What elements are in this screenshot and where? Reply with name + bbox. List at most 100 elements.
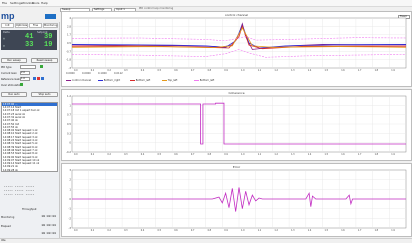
legend-entry[interactable]: Bottom_right bbox=[98, 79, 120, 82]
x-tick-label: 1.6 bbox=[341, 69, 345, 72]
log-line[interactable]: 14:09:28 ok bbox=[3, 169, 18, 171]
x-tick-label: 1.0 bbox=[241, 153, 245, 156]
status-row2-right: 19 bbox=[44, 41, 53, 49]
monitoring-counter-value: 00:00:00 bbox=[41, 215, 56, 218]
menu-tools[interactable]: Tools bbox=[32, 1, 39, 5]
y-tick-label: -0.7 bbox=[66, 49, 71, 53]
x-tick-label: 1.2 bbox=[274, 229, 278, 232]
x-tick-label: 1.8 bbox=[375, 153, 379, 156]
over-stim-indicator bbox=[20, 83, 23, 86]
current-gain-field[interactable]: 2.0 bbox=[20, 71, 30, 75]
x-tick-label: 1.6 bbox=[341, 153, 345, 156]
x-tick-label: 1.4 bbox=[308, 153, 312, 156]
y-tick-label: -1 bbox=[69, 207, 72, 211]
status-left-label: Delta bbox=[3, 31, 10, 34]
error-chart[interactable]: Error -3 -2 -1 0 1 2 3 0.0 0.1 0.2 0.3 0.4 0.5 0.6 0.7… bbox=[61, 163, 412, 237]
y-tick-label: 2 bbox=[69, 178, 71, 182]
tab-optimize[interactable]: Optimize bbox=[15, 23, 28, 28]
app-logo: mp bbox=[1, 11, 57, 21]
log-list[interactable]: 13:07:00 ... 14:07:14 Start 14:07:18 Init… bbox=[1, 102, 58, 172]
legend-entry[interactable]: Top_left bbox=[162, 79, 177, 82]
x-tick-label: 1.5 bbox=[325, 69, 329, 72]
timer-value: 00:00:00 bbox=[41, 232, 56, 235]
x-tick-label: 0.7 bbox=[191, 229, 195, 232]
masked-row-2: ***** ***** ***** bbox=[4, 190, 35, 193]
x-tick-label: 0.2 bbox=[107, 229, 111, 232]
x-tick-label: 0.9 bbox=[224, 229, 228, 232]
elapsed-label: Elapsed bbox=[1, 225, 11, 228]
x-tick-label: 0.0 bbox=[74, 229, 78, 232]
status-row1-left: 41 bbox=[25, 33, 34, 41]
stop-auto-label: Stop auto bbox=[38, 93, 51, 96]
x-tick-label: 0.2 bbox=[107, 153, 111, 156]
field-label-current-gain: Current Gain bbox=[1, 72, 17, 75]
left-panel: Init Optimize Fine Monitoring Delta Setp… bbox=[0, 22, 60, 238]
x-tick-label: 0.9 bbox=[224, 69, 228, 72]
x-tick-label: 1.0 bbox=[241, 229, 245, 232]
readout-value: 0.0000 bbox=[66, 72, 75, 75]
y-tick-label: -1.8 bbox=[66, 58, 71, 62]
elapsed-value: 00:00:00 bbox=[41, 224, 56, 227]
x-tick-label: 0.1 bbox=[91, 153, 95, 156]
legend-entry[interactable]: control channel bbox=[66, 79, 91, 82]
x-tick-label: 1.3 bbox=[291, 153, 295, 156]
tab-fine[interactable]: Fine bbox=[29, 23, 42, 28]
y-tick-label: 0 bbox=[69, 197, 71, 201]
y-tick-label: 1 bbox=[69, 103, 71, 107]
tab-monitoring[interactable]: Monitoring bbox=[43, 23, 58, 28]
x-tick-label: 0.5 bbox=[158, 229, 162, 232]
masked-row-1: ***** ***** ***** bbox=[4, 186, 35, 189]
status-text: Idle bbox=[1, 239, 6, 242]
coherence-plot: -0.2 0 0.3 0.5 0.7 1 1.2 0.0 0.1 0.2 0.3 0.4 0.5 0.6 0… bbox=[66, 94, 407, 156]
x-tick-label: 0.5 bbox=[158, 153, 162, 156]
menu-settings[interactable]: Settings bbox=[10, 1, 22, 5]
status-display: Delta Setpoint ▲ 41 39 ▼ 33 19 bbox=[1, 30, 57, 50]
x-tick-label: 1.6 bbox=[341, 229, 345, 232]
x-tick-label: 1.3 bbox=[291, 69, 295, 72]
x-tick-label: 1.1 bbox=[258, 229, 262, 232]
field-label-over-stimulation: Over stimulation bbox=[1, 84, 22, 87]
x-tick-label: 0.0 bbox=[74, 153, 78, 156]
stop-auto-button[interactable]: Stop auto bbox=[31, 92, 58, 97]
x-tick-label: 1.2 bbox=[274, 69, 278, 72]
run-sweep-button[interactable]: Run sweep bbox=[1, 58, 27, 63]
error-plot: -3 -2 -1 0 1 2 3 0.0 0.1 0.2 0.3 0.4 0.5 0.6 0.7 0.8 0.9… bbox=[69, 168, 407, 232]
menu-file[interactable]: File bbox=[2, 1, 7, 5]
y-tick-label: 4 bbox=[69, 16, 71, 20]
readout-row: 0.0000 0.0000 0.1000 0.0112 bbox=[66, 72, 216, 76]
x-tick-label: 0.9 bbox=[224, 153, 228, 156]
x-tick-label: 0.6 bbox=[174, 153, 178, 156]
masked-row-3: ***** ***** ***** bbox=[4, 194, 35, 197]
x-tick-label: 1.7 bbox=[358, 153, 362, 156]
readout-value: 0.1000 bbox=[98, 72, 107, 75]
y-tick-label: 1.2 bbox=[67, 94, 71, 98]
x-tick-label: 1.4 bbox=[308, 69, 312, 72]
x-tick-label: 1.2 bbox=[274, 153, 278, 156]
coherence-chart[interactable]: Coherence -0.2 0 0.3 0.5 0.7 1 1.2 0.0 0.1 0.2 0.3… bbox=[61, 89, 412, 161]
x-tick-label: 1.5 bbox=[325, 153, 329, 156]
y-tick-label: 0 bbox=[69, 141, 71, 145]
reference-gain-field[interactable]: 1.0 bbox=[20, 77, 30, 81]
legend-entry[interactable]: Bottom_left bbox=[130, 79, 150, 82]
y-tick-label: -3 bbox=[69, 66, 72, 70]
reset-sweep-label: Reset sweep bbox=[36, 59, 53, 62]
status-row1-right: 39 bbox=[44, 33, 53, 41]
y-tick-label: 0.5 bbox=[67, 122, 71, 126]
y-tick-label: 1.7 bbox=[67, 33, 71, 37]
x-tick-label: 0.3 bbox=[124, 153, 128, 156]
x-tick-label: 1.1 bbox=[258, 69, 262, 72]
pid-type-field[interactable] bbox=[20, 65, 36, 69]
control-channel-chart[interactable]: control channel Fixed -3 -1.8 -0.7 0.5 1.7 2.… bbox=[61, 11, 412, 87]
legend-entry[interactable]: Bottom_left bbox=[194, 79, 214, 82]
x-tick-label: 0.3 bbox=[124, 229, 128, 232]
tab-init[interactable]: Init bbox=[1, 23, 14, 28]
readout-value: 0.0000 bbox=[82, 72, 91, 75]
chart-legend: control channel Bottom_right Bottom_left… bbox=[66, 79, 266, 83]
status-row2-prefix: ▼ bbox=[3, 45, 5, 48]
run-sweep-label: Run sweep bbox=[7, 59, 21, 62]
run-auto-button[interactable]: Run auto bbox=[1, 92, 27, 97]
menu-help[interactable]: Help bbox=[41, 1, 48, 5]
reset-sweep-button[interactable]: Reset sweep bbox=[31, 58, 58, 63]
y-tick-label: 0.3 bbox=[67, 131, 71, 135]
field-label-pid-type: PID type bbox=[1, 66, 12, 69]
